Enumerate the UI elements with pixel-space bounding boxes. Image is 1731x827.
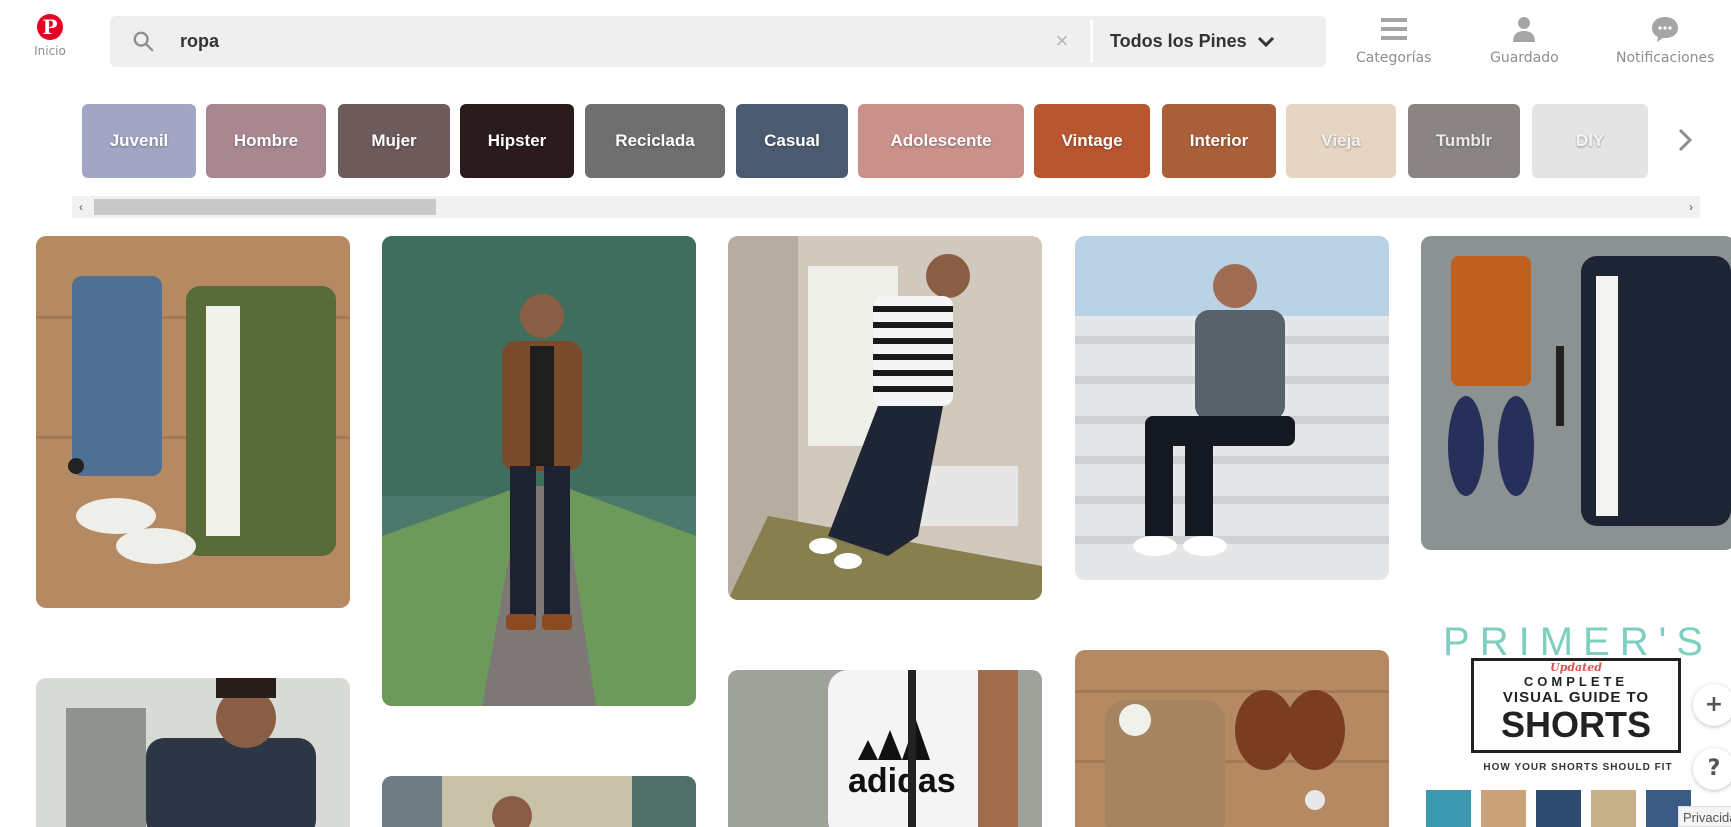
search-divider (1090, 20, 1093, 63)
adidas-logo: adidas (848, 762, 956, 800)
pin-flatlay-brown-boots[interactable] (1075, 650, 1389, 827)
chevron-down-icon (1257, 36, 1274, 47)
nav-saved-label: Guardado (1490, 50, 1559, 66)
pin-primer-shorts-guide[interactable]: PRIMER'S Updated COMPLETE VISUAL GUIDE T… (1421, 620, 1731, 827)
search-input[interactable] (180, 16, 1080, 67)
user-icon (1513, 17, 1536, 42)
pin-man-denim-shirt[interactable] (36, 678, 350, 827)
primer-updated-label: Updated (1550, 661, 1602, 674)
add-pin-button[interactable]: + (1693, 684, 1731, 726)
category-chip-vintage[interactable]: Vintage (1034, 104, 1150, 178)
pin-flatlay-navy-shirt[interactable] (1421, 236, 1731, 550)
category-chip-hipster[interactable]: Hipster (460, 104, 574, 178)
pinterest-logo-icon: P (37, 14, 63, 40)
chevron-right-icon[interactable] (1670, 122, 1700, 158)
search-bar[interactable]: × Todos los Pines (110, 16, 1326, 67)
pin-man-building[interactable] (382, 776, 696, 827)
menu-icon (1380, 18, 1407, 40)
nav-notifications[interactable]: Notificaciones (1616, 14, 1714, 66)
home-link[interactable]: P Inicio (22, 14, 78, 58)
category-chip-adolescente[interactable]: Adolescente (858, 104, 1024, 178)
pin-man-striped-shirt-mirror[interactable] (728, 236, 1042, 600)
category-chip-vieja[interactable]: Vieja (1286, 104, 1396, 178)
category-chip-diy[interactable]: DIY (1532, 104, 1648, 178)
help-button[interactable]: ? (1693, 748, 1731, 790)
category-chip-juvenil[interactable]: Juvenil (82, 104, 196, 178)
search-scope-label: Todos los Pines (1110, 31, 1247, 51)
pin-man-adidas-tshirt[interactable]: adidas (728, 670, 1042, 827)
primer-shorts-label: SHORTS (1500, 704, 1651, 745)
nav-categories-label: Categorías (1356, 50, 1432, 66)
pin-flatlay-jeans-jacket[interactable] (36, 236, 350, 608)
chat-bubble-icon (1652, 17, 1679, 42)
scrollbar-thumb[interactable] (94, 199, 436, 215)
nav-saved[interactable]: Guardado (1490, 14, 1559, 66)
search-scope-dropdown[interactable]: Todos los Pines (1110, 16, 1275, 67)
category-chip-interior[interactable]: Interior (1162, 104, 1276, 178)
primer-subtitle: HOW YOUR SHORTS SHOULD FIT (1483, 762, 1673, 773)
privacy-link[interactable]: Privacidad (1678, 806, 1731, 827)
category-chip-mujer[interactable]: Mujer (338, 104, 450, 178)
horizontal-scrollbar[interactable]: ‹ › (72, 196, 1700, 218)
pin-man-brown-jacket-road[interactable] (382, 236, 696, 706)
clear-search-icon[interactable]: × (1050, 29, 1074, 53)
nav-categories[interactable]: Categorías (1356, 14, 1431, 66)
category-chip-casual[interactable]: Casual (736, 104, 848, 178)
search-icon (133, 31, 154, 52)
primer-title-box: Updated COMPLETE VISUAL GUIDE TO SHORTS (1471, 658, 1681, 753)
primer-complete-label: COMPLETE (1523, 674, 1629, 689)
home-label: Inicio (34, 44, 66, 58)
scroll-right-icon[interactable]: › (1684, 200, 1698, 214)
category-chip-hombre[interactable]: Hombre (206, 104, 326, 178)
nav-notifications-label: Notificaciones (1616, 50, 1715, 66)
category-chip-reciclada[interactable]: Reciclada (585, 104, 725, 178)
pin-man-sweater-stairs[interactable] (1075, 236, 1389, 580)
scroll-left-icon[interactable]: ‹ (74, 200, 88, 214)
category-chip-tumblr[interactable]: Tumblr (1408, 104, 1520, 178)
